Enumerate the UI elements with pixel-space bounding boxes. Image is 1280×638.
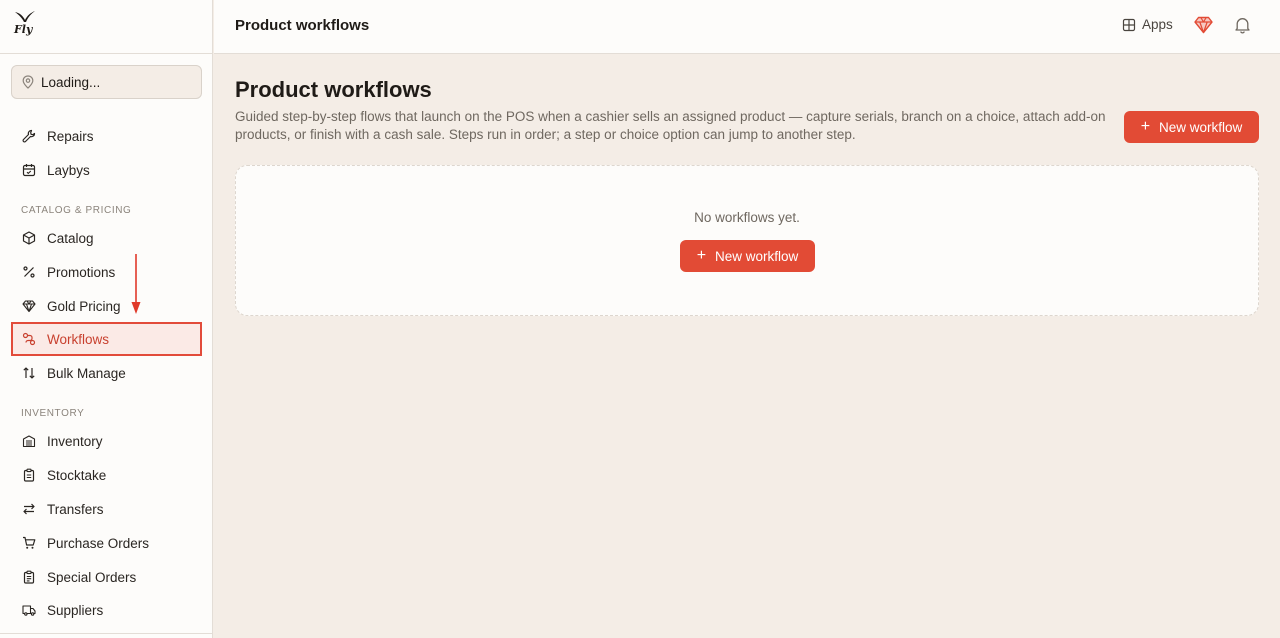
sidebar-item-repairs[interactable]: Repairs bbox=[11, 120, 202, 152]
truck-icon bbox=[22, 603, 36, 617]
sidebar-item-label: Transfers bbox=[47, 501, 104, 517]
page-title: Product workflows bbox=[235, 77, 432, 102]
location-selector[interactable]: Loading... bbox=[11, 65, 202, 99]
sidebar-item-stocktake[interactable]: Stocktake bbox=[11, 459, 202, 491]
sidebar-item-suppliers[interactable]: Suppliers bbox=[11, 594, 202, 626]
transfer-icon bbox=[22, 502, 36, 516]
sidebar-item-catalog[interactable]: Catalog bbox=[11, 222, 202, 254]
gem-icon[interactable] bbox=[1194, 16, 1213, 34]
sidebar-item-label: Laybys bbox=[47, 162, 90, 178]
clipboard-list-icon bbox=[22, 570, 36, 584]
wrench-icon bbox=[22, 129, 36, 143]
sidebar-item-promotions[interactable]: Promotions bbox=[11, 256, 202, 288]
empty-state-card: No workflows yet. + New workflow bbox=[235, 165, 1259, 316]
bird-icon bbox=[15, 11, 35, 22]
sidebar-item-label: Promotions bbox=[47, 264, 116, 280]
sidebar-item-laybys[interactable]: Laybys bbox=[11, 154, 202, 186]
button-label: New workflow bbox=[715, 248, 799, 264]
sidebar-item-transfers[interactable]: Transfers bbox=[11, 493, 202, 525]
brand-name: Fly bbox=[14, 23, 33, 36]
sidebar-item-workflows[interactable]: Workflows bbox=[11, 322, 202, 356]
page-description: Guided step-by-step flows that launch on… bbox=[235, 109, 1106, 142]
annotation-arrow-icon bbox=[131, 254, 141, 314]
button-label: New workflow bbox=[1159, 119, 1243, 135]
sidebar-item-gold-pricing[interactable]: Gold Pricing bbox=[11, 290, 202, 322]
header-title: Product workflows bbox=[235, 17, 370, 34]
plus-icon: + bbox=[1140, 118, 1151, 135]
top-header: Product workflows Apps bbox=[214, 0, 1280, 54]
sidebar-item-label: Repairs bbox=[47, 128, 94, 144]
empty-state-text: No workflows yet. bbox=[694, 210, 800, 225]
warehouse-icon bbox=[22, 434, 36, 448]
location-label: Loading... bbox=[41, 74, 101, 90]
apps-button[interactable]: Apps bbox=[1122, 17, 1173, 32]
cart-icon bbox=[22, 536, 36, 550]
sidebar-item-label: Special Orders bbox=[47, 569, 137, 585]
plus-icon: + bbox=[696, 247, 707, 264]
percent-icon bbox=[22, 265, 36, 279]
arrows-updown-icon bbox=[22, 366, 36, 380]
section-label-catalog: CATALOG & PRICING bbox=[21, 205, 132, 216]
divider bbox=[0, 633, 213, 634]
sidebar-item-label: Bulk Manage bbox=[47, 365, 126, 381]
sidebar-item-label: Purchase Orders bbox=[47, 535, 150, 551]
sidebar-item-label: Inventory bbox=[47, 433, 103, 449]
gem-icon bbox=[22, 299, 36, 313]
sidebar-item-bulk-manage[interactable]: Bulk Manage bbox=[11, 357, 202, 389]
bell-icon[interactable] bbox=[1234, 16, 1251, 34]
brand-logo[interactable]: Fly bbox=[10, 8, 40, 42]
grid-icon bbox=[1122, 18, 1136, 31]
sidebar-item-inventory[interactable]: Inventory bbox=[11, 425, 202, 457]
sidebar-item-special-orders[interactable]: Special Orders bbox=[11, 561, 202, 593]
section-label-inventory: INVENTORY bbox=[21, 408, 85, 419]
sidebar-item-label: Suppliers bbox=[47, 602, 104, 618]
sidebar-item-label: Workflows bbox=[47, 331, 110, 347]
divider bbox=[0, 53, 213, 54]
sidebar-item-purchase-orders[interactable]: Purchase Orders bbox=[11, 527, 202, 559]
workflow-icon bbox=[22, 332, 36, 346]
empty-new-workflow-button[interactable]: + New workflow bbox=[680, 240, 815, 272]
clipboard-icon bbox=[22, 468, 36, 482]
sidebar-item-label: Gold Pricing bbox=[47, 298, 121, 314]
apps-label: Apps bbox=[1142, 17, 1173, 32]
map-pin-icon bbox=[22, 75, 34, 89]
sidebar: Fly Loading... Repairs Laybys CATALOG & … bbox=[0, 0, 213, 638]
sidebar-item-label: Catalog bbox=[47, 230, 94, 246]
package-icon bbox=[22, 231, 36, 245]
sidebar-item-label: Stocktake bbox=[47, 467, 107, 483]
calendar-icon bbox=[22, 163, 36, 177]
new-workflow-button[interactable]: + New workflow bbox=[1124, 111, 1259, 143]
